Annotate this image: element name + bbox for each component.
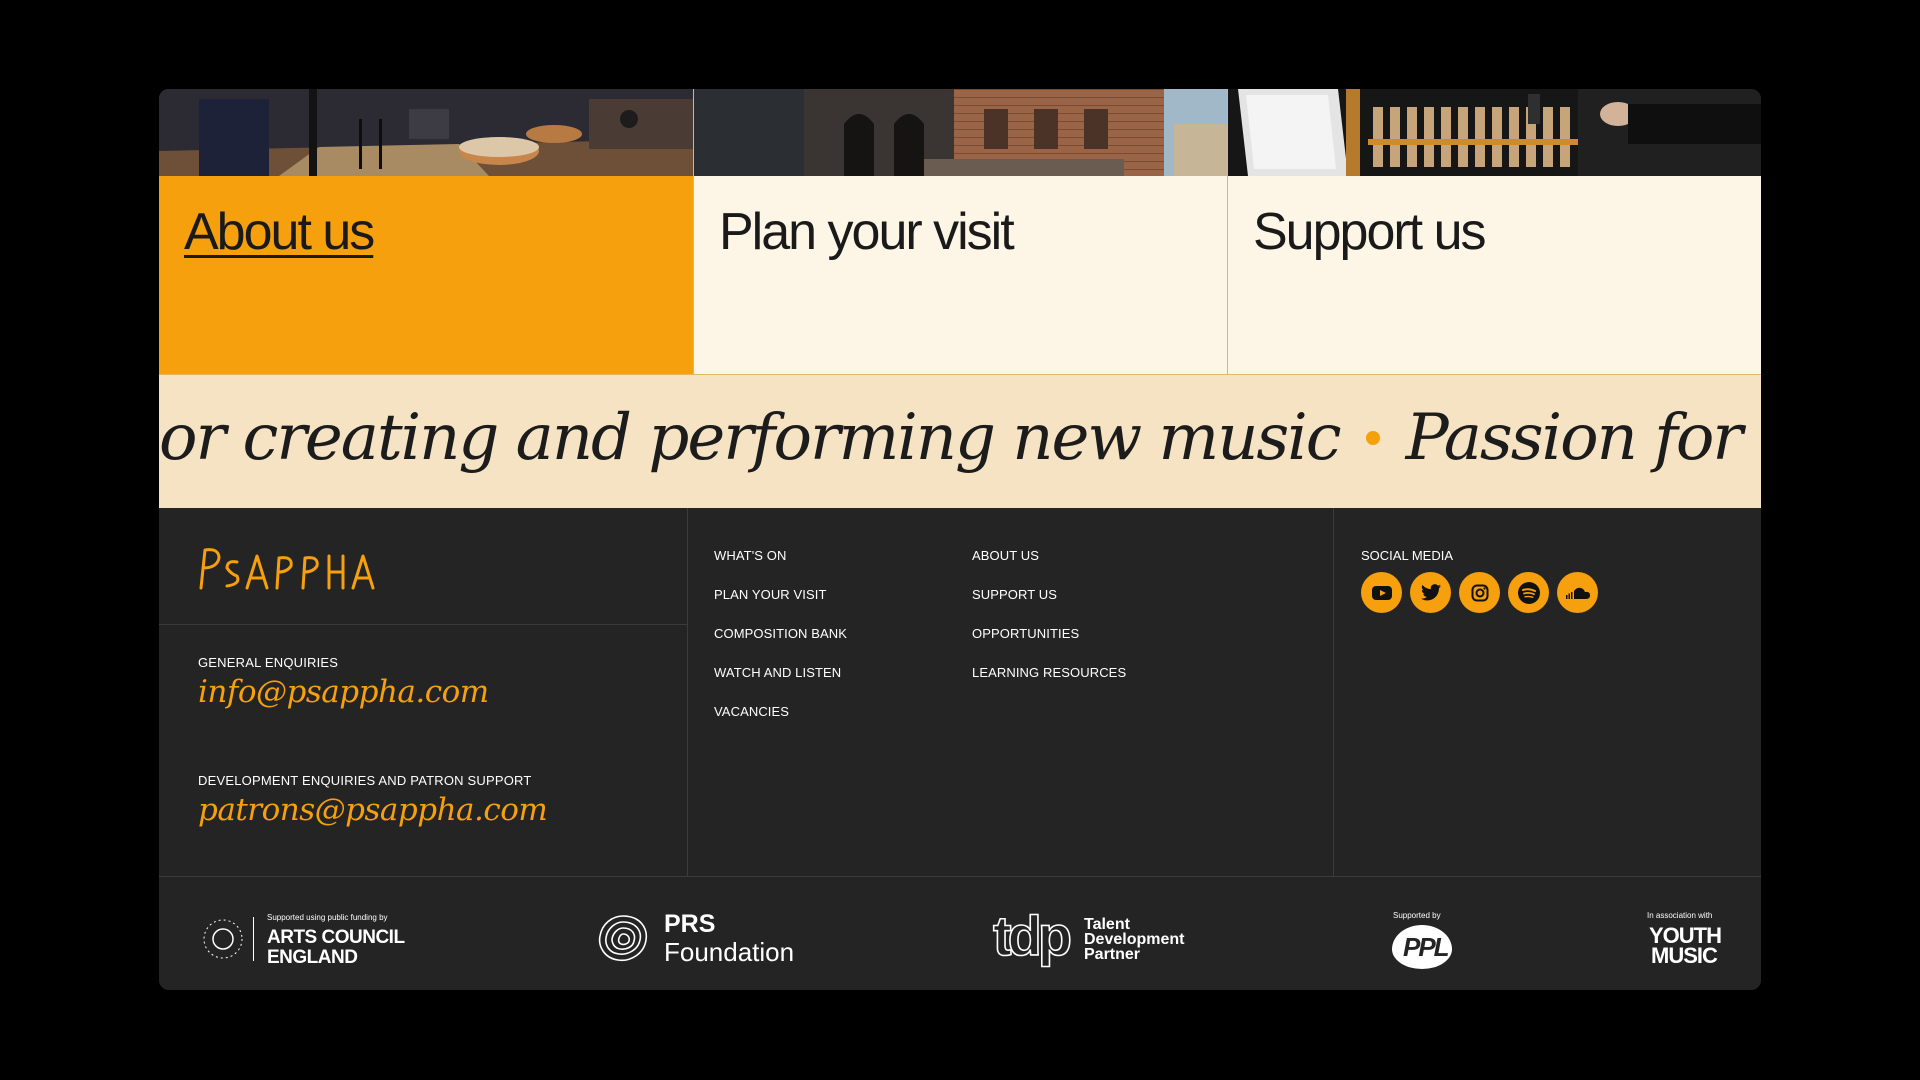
card-body: About us (159, 176, 693, 375)
footer-contact-column: GENERAL ENQUIRIES info@psappha.com DEVEL… (159, 508, 688, 876)
ace-line2: ENGLAND (267, 947, 358, 968)
twitter-icon[interactable] (1410, 572, 1451, 613)
card-body: Plan your visit (694, 176, 1227, 375)
footer-link-composition-bank[interactable]: COMPOSITION BANK (714, 626, 847, 665)
footer-social-column: SOCIAL MEDIA (1334, 508, 1761, 876)
soundcloud-icon[interactable] (1557, 572, 1598, 613)
ticker-track: or creating and performing new music Pas… (159, 401, 1761, 475)
tdp-line3: Partner (1084, 946, 1141, 963)
prs-line2: Foundation (664, 937, 795, 967)
tdp-mark: tdp (992, 903, 1073, 968)
ace-line1: ARTS COUNCIL (267, 927, 405, 948)
general-email-link[interactable]: info@psappha.com (198, 674, 489, 710)
card-photo-orchestra (159, 89, 693, 176)
development-enquiries: DEVELOPMENT ENQUIRIES AND PATRON SUPPORT… (198, 773, 548, 828)
footer-brand (159, 508, 688, 625)
ym-association-text: In association with (1647, 911, 1713, 920)
youth-music-logo[interactable]: In association with YOUTH MUSIC (1647, 911, 1727, 971)
footer-link-watch-and-listen[interactable]: WATCH AND LISTEN (714, 665, 847, 704)
footer-link-learning-resources[interactable]: LEARNING RESOURCES (972, 665, 1126, 704)
prs-foundation-logo[interactable]: PRS Foundation (596, 910, 806, 967)
footer-link-vacancies[interactable]: VACANCIES (714, 704, 847, 743)
ace-supported-text: Supported using public funding by (267, 913, 388, 922)
footer-link-about-us[interactable]: ABOUT US (972, 548, 1126, 587)
footer-link-opportunities[interactable]: OPPORTUNITIES (972, 626, 1126, 665)
card-title: Plan your visit (719, 203, 1015, 261)
arts-council-seal-icon (203, 919, 243, 959)
ppl-mark: PPL (1403, 932, 1450, 962)
divider (253, 917, 254, 961)
card-plan-your-visit[interactable]: Plan your visit (693, 89, 1227, 375)
footer-link-whats-on[interactable]: WHAT'S ON (714, 548, 847, 587)
footer-nav-column: WHAT'S ON PLAN YOUR VISIT COMPOSITION BA… (688, 508, 1334, 876)
feature-cards: About us Plan your visit Support us (159, 89, 1761, 375)
psappha-logo-mark (199, 548, 375, 590)
ticker-separator-dot (1365, 431, 1380, 445)
ticker-text: or creating and performing new music (159, 401, 1342, 475)
card-about-us[interactable]: About us (159, 89, 693, 375)
sponsor-logos: Supported using public funding by ARTS C… (159, 876, 1761, 990)
ym-line2: MUSIC (1651, 943, 1718, 968)
footer-link-support-us[interactable]: SUPPORT US (972, 587, 1126, 626)
spotify-icon[interactable] (1508, 572, 1549, 613)
card-photo-vibraphone (1228, 89, 1761, 176)
card-title: About us (184, 203, 375, 261)
card-support-us[interactable]: Support us (1227, 89, 1761, 375)
social-links (1361, 572, 1598, 613)
site-footer: GENERAL ENQUIRIES info@psappha.com DEVEL… (159, 508, 1761, 990)
arts-council-england-logo[interactable]: Supported using public funding by ARTS C… (197, 913, 407, 968)
general-enquiries-label: GENERAL ENQUIRIES (198, 655, 339, 670)
ppl-supported-text: Supported by (1393, 911, 1441, 920)
tagline-ticker: or creating and performing new music Pas… (159, 375, 1761, 508)
card-title: Support us (1253, 203, 1486, 261)
general-enquiries: GENERAL ENQUIRIES info@psappha.com (198, 655, 489, 710)
page-frame: About us Plan your visit Support us or c… (159, 89, 1761, 990)
prs-swirl-icon (598, 915, 648, 962)
social-media-label: SOCIAL MEDIA (1361, 548, 1453, 563)
ppl-logo[interactable]: Supported by PPL (1391, 911, 1461, 971)
footer-nav-primary: WHAT'S ON PLAN YOUR VISIT COMPOSITION BA… (714, 548, 847, 743)
talent-development-partner-logo[interactable]: tdp Talent Development Partner (992, 903, 1203, 968)
ticker-text: Passion for creating and (1405, 401, 1761, 475)
development-enquiries-label: DEVELOPMENT ENQUIRIES AND PATRON SUPPORT (198, 773, 532, 788)
instagram-icon[interactable] (1459, 572, 1500, 613)
youtube-icon[interactable] (1361, 572, 1402, 613)
prs-line1: PRS (664, 910, 716, 938)
patrons-email-link[interactable]: patrons@psappha.com (198, 792, 548, 828)
footer-link-plan-your-visit[interactable]: PLAN YOUR VISIT (714, 587, 847, 626)
footer-nav-secondary: ABOUT US SUPPORT US OPPORTUNITIES LEARNI… (972, 548, 1126, 704)
card-photo-church (694, 89, 1227, 176)
card-body: Support us (1228, 176, 1761, 375)
